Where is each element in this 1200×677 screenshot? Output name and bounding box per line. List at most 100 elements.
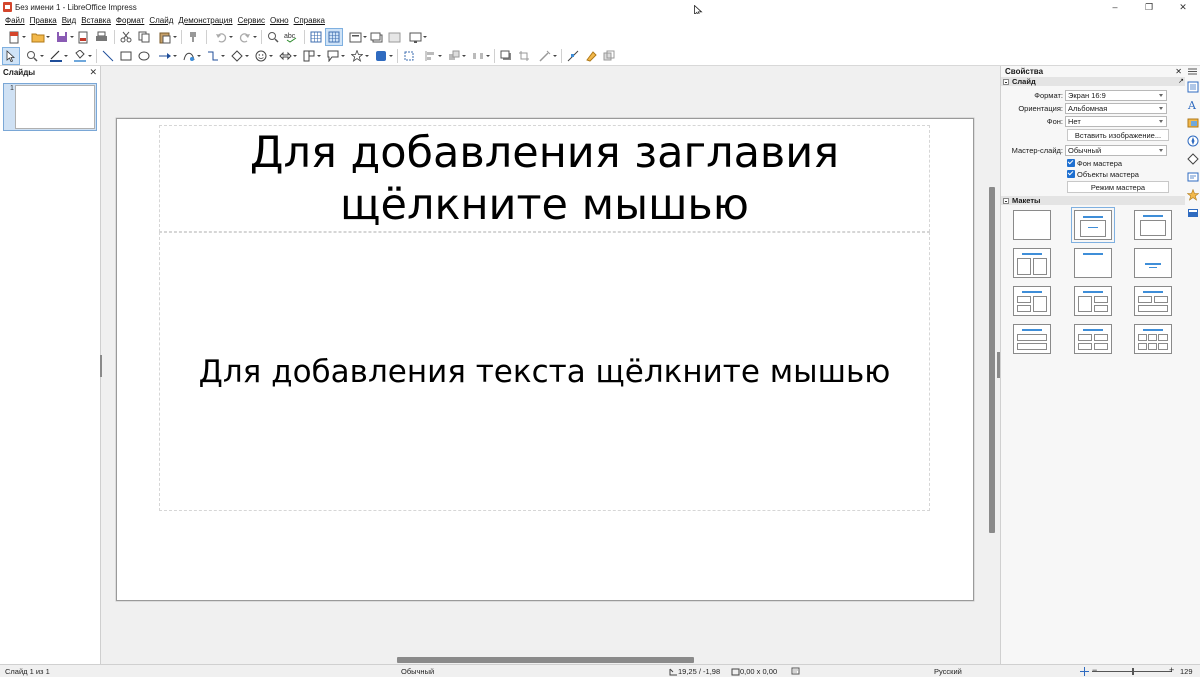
- line-icon[interactable]: [100, 48, 116, 64]
- slide-thumbnail-preview[interactable]: [15, 85, 95, 129]
- close-button[interactable]: ✕: [1166, 0, 1200, 14]
- styles-tab-icon[interactable]: A: [1186, 98, 1199, 111]
- menu-help[interactable]: Справка: [293, 16, 329, 25]
- zoom-in-icon[interactable]: +: [1169, 665, 1174, 675]
- ellipse-icon[interactable]: [136, 48, 152, 64]
- spelling-icon[interactable]: abc: [283, 29, 299, 45]
- master-objects-checkbox[interactable]: Объекты мастера: [1067, 169, 1139, 179]
- rectangle-icon[interactable]: [118, 48, 134, 64]
- body-placeholder[interactable]: Для добавления текста щёлкните мышью: [159, 232, 930, 511]
- block-arrows-icon[interactable]: [274, 48, 297, 64]
- menu-format[interactable]: Формат: [115, 16, 148, 25]
- symbol-shapes-icon[interactable]: [250, 48, 273, 64]
- document-modified-icon[interactable]: [791, 667, 800, 675]
- horizontal-scrollbar-thumb[interactable]: [397, 657, 694, 663]
- clone-formatting-icon[interactable]: [185, 29, 201, 45]
- start-slideshow-icon[interactable]: [404, 29, 427, 45]
- close-icon[interactable]: ✕: [89, 67, 97, 78]
- export-pdf-icon[interactable]: [75, 29, 91, 45]
- distribute-icon[interactable]: [467, 48, 490, 64]
- properties-tab-icon[interactable]: [1186, 80, 1199, 93]
- redo-icon[interactable]: [234, 29, 257, 45]
- slide-thumbnail-1[interactable]: 1: [3, 83, 97, 131]
- master-mode-button[interactable]: Режим мастера: [1067, 181, 1169, 193]
- rotate-icon[interactable]: [401, 48, 417, 64]
- language-indicator[interactable]: Русский: [934, 667, 962, 676]
- master-slide-select[interactable]: Обычный: [1065, 145, 1167, 156]
- layout-two-content[interactable]: [1013, 248, 1051, 278]
- navigator-tab-icon[interactable]: [1186, 134, 1199, 147]
- new-document-icon[interactable]: [3, 29, 26, 45]
- filter-icon[interactable]: [534, 48, 557, 64]
- slide-canvas[interactable]: Для добавления заглавия щёлкните мышью Д…: [116, 118, 974, 601]
- menu-slide[interactable]: Слайд: [148, 16, 177, 25]
- layout-title-4content[interactable]: [1074, 324, 1112, 354]
- menu-slideshow[interactable]: Демонстрация: [177, 16, 236, 25]
- toggle-extrusion-icon[interactable]: [601, 48, 617, 64]
- animation-tab-icon[interactable]: [1186, 188, 1199, 201]
- checkbox-checked-icon[interactable]: [1067, 170, 1075, 178]
- shadow-icon[interactable]: [498, 48, 514, 64]
- master-name[interactable]: Обычный: [401, 667, 434, 676]
- arrow-line-icon[interactable]: [154, 48, 177, 64]
- collapse-icon[interactable]: [1003, 78, 1009, 85]
- layout-title-6content[interactable]: [1134, 324, 1172, 354]
- layout-title-2content-content[interactable]: [1013, 286, 1051, 316]
- shapes-tab-icon[interactable]: [1186, 152, 1199, 165]
- checkbox-checked-icon[interactable]: [1067, 159, 1075, 167]
- select-arrow-icon[interactable]: [2, 46, 20, 65]
- paste-icon[interactable]: [154, 29, 177, 45]
- layout-title-content-over-content[interactable]: [1013, 324, 1051, 354]
- slide-section-header[interactable]: Слайд ↗: [1001, 77, 1186, 86]
- layout-title-content[interactable]: [1071, 207, 1115, 243]
- background-select[interactable]: Нет: [1065, 116, 1167, 127]
- orientation-select[interactable]: Альбомная: [1065, 103, 1167, 114]
- fill-color-icon[interactable]: [69, 48, 92, 64]
- menu-file[interactable]: Файл: [4, 16, 29, 25]
- curve-icon[interactable]: [178, 48, 201, 64]
- align-objects-icon[interactable]: [419, 48, 442, 64]
- layout-title-content-2content[interactable]: [1074, 286, 1112, 316]
- new-slide-icon[interactable]: [368, 29, 384, 45]
- duplicate-slide-icon[interactable]: [386, 29, 402, 45]
- gallery-tab-icon[interactable]: [1186, 116, 1199, 129]
- menu-edit[interactable]: Правка: [29, 16, 61, 25]
- print-icon[interactable]: [93, 29, 109, 45]
- open-folder-icon[interactable]: [27, 29, 50, 45]
- sidebar-menu-icon[interactable]: [1186, 67, 1199, 75]
- master-background-checkbox[interactable]: Фон мастера: [1067, 158, 1122, 168]
- menu-insert[interactable]: Вставка: [80, 16, 115, 25]
- helplines-icon[interactable]: [325, 28, 343, 46]
- points-edit-icon[interactable]: [565, 48, 581, 64]
- menu-window[interactable]: Окно: [269, 16, 293, 25]
- menu-view[interactable]: Вид: [61, 16, 80, 25]
- crop-icon[interactable]: [516, 48, 532, 64]
- title-placeholder[interactable]: Для добавления заглавия щёлкните мышью: [159, 125, 930, 232]
- arrange-icon[interactable]: [443, 48, 466, 64]
- close-icon[interactable]: ✕: [1175, 67, 1182, 76]
- stars-icon[interactable]: [346, 48, 369, 64]
- fit-slide-icon[interactable]: [1080, 667, 1089, 676]
- callouts-icon[interactable]: [322, 48, 345, 64]
- zoom-pan-icon[interactable]: [21, 48, 44, 64]
- flowchart-icon[interactable]: [298, 48, 321, 64]
- maximize-button[interactable]: ❐: [1132, 0, 1166, 14]
- layout-title-content-2[interactable]: [1134, 210, 1172, 240]
- format-select[interactable]: Экран 16:9: [1065, 90, 1167, 101]
- master-slides-tab-icon[interactable]: [1186, 206, 1199, 219]
- vertical-scrollbar-thumb[interactable]: [989, 187, 995, 533]
- copy-icon[interactable]: [136, 29, 152, 45]
- slide-transition-tab-icon[interactable]: [1186, 170, 1199, 183]
- layout-centered-text[interactable]: [1134, 248, 1172, 278]
- layout-title-2content-over[interactable]: [1134, 286, 1172, 316]
- menu-tools[interactable]: Сервис: [237, 16, 269, 25]
- basic-shapes-icon[interactable]: [226, 48, 249, 64]
- collapse-icon[interactable]: [1003, 197, 1009, 204]
- zoom-slider-knob[interactable]: [1132, 668, 1134, 675]
- insert-image-button[interactable]: Вставить изображение...: [1067, 129, 1169, 141]
- vertical-scrollbar[interactable]: [987, 66, 997, 664]
- layout-blank[interactable]: [1013, 210, 1051, 240]
- undo-icon[interactable]: [210, 29, 233, 45]
- save-icon[interactable]: [51, 29, 74, 45]
- zoom-out-icon[interactable]: −: [1092, 665, 1097, 675]
